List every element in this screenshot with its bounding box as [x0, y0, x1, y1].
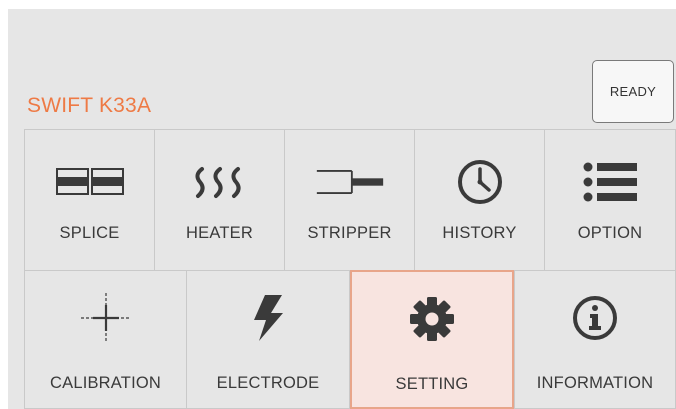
option-label: OPTION [577, 224, 643, 242]
history-button[interactable]: HISTORY [414, 129, 545, 271]
list-icon [575, 154, 645, 210]
clock-icon [445, 154, 515, 210]
device-model-title: SWIFT K33A [27, 94, 152, 117]
heater-label: HEATER [186, 224, 253, 242]
electrode-label: ELECTRODE [216, 374, 320, 392]
setting-label: SETTING [395, 375, 469, 393]
crosshair-icon [71, 290, 141, 346]
stripper-label: STRIPPER [307, 224, 392, 242]
heater-icon [185, 154, 255, 210]
heater-button[interactable]: HEATER [154, 129, 285, 271]
ready-button[interactable]: READY [592, 60, 674, 123]
option-button[interactable]: OPTION [544, 129, 676, 271]
electrode-button[interactable]: ELECTRODE [186, 270, 350, 409]
lightning-icon [233, 290, 303, 346]
calibration-label: CALIBRATION [50, 374, 161, 392]
calibration-button[interactable]: CALIBRATION [24, 270, 187, 409]
main-screen: SWIFT K33A READY SPLICE HEATER STRIPPER … [8, 9, 676, 409]
information-button[interactable]: INFORMATION [514, 270, 676, 409]
splice-button[interactable]: SPLICE [24, 129, 155, 271]
splice-label: SPLICE [59, 224, 120, 242]
history-label: HISTORY [442, 224, 517, 242]
stripper-icon [315, 154, 385, 210]
gear-icon [397, 291, 467, 347]
splice-icon [55, 154, 125, 210]
setting-button[interactable]: SETTING [350, 270, 514, 409]
information-label: INFORMATION [536, 374, 654, 392]
stripper-button[interactable]: STRIPPER [284, 129, 415, 271]
info-icon [560, 290, 630, 346]
